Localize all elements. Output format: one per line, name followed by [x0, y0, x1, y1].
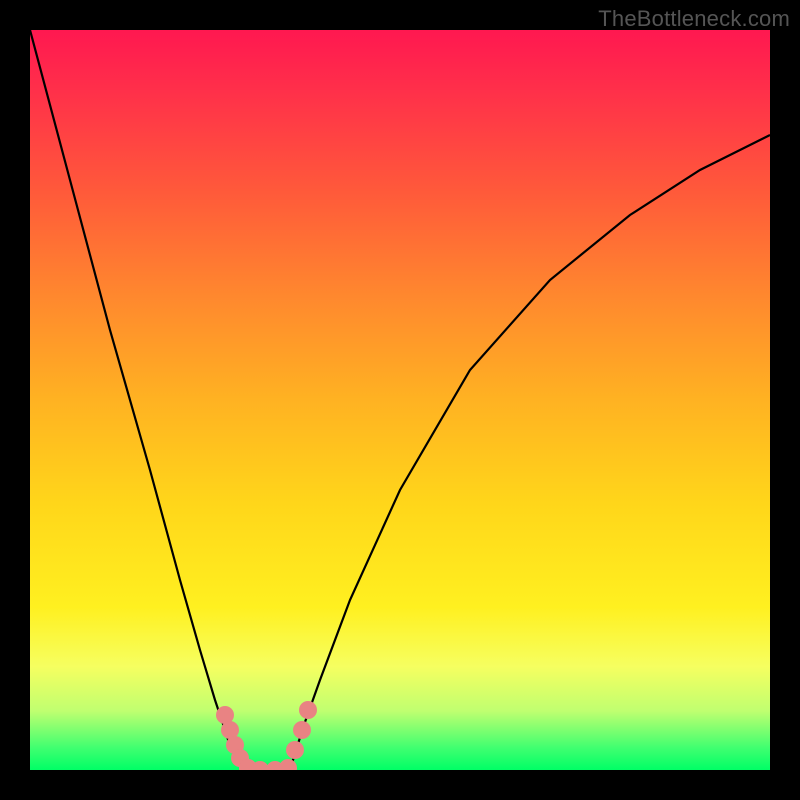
- valley-dot: [286, 741, 304, 759]
- valley-dots: [216, 701, 317, 770]
- curve-left: [30, 30, 248, 770]
- valley-dot: [279, 759, 297, 770]
- valley-dot: [293, 721, 311, 739]
- watermark-text: TheBottleneck.com: [598, 6, 790, 32]
- curve-right: [290, 135, 770, 770]
- chart-plot-area: [30, 30, 770, 770]
- bottleneck-curve: [30, 30, 770, 770]
- valley-dot: [299, 701, 317, 719]
